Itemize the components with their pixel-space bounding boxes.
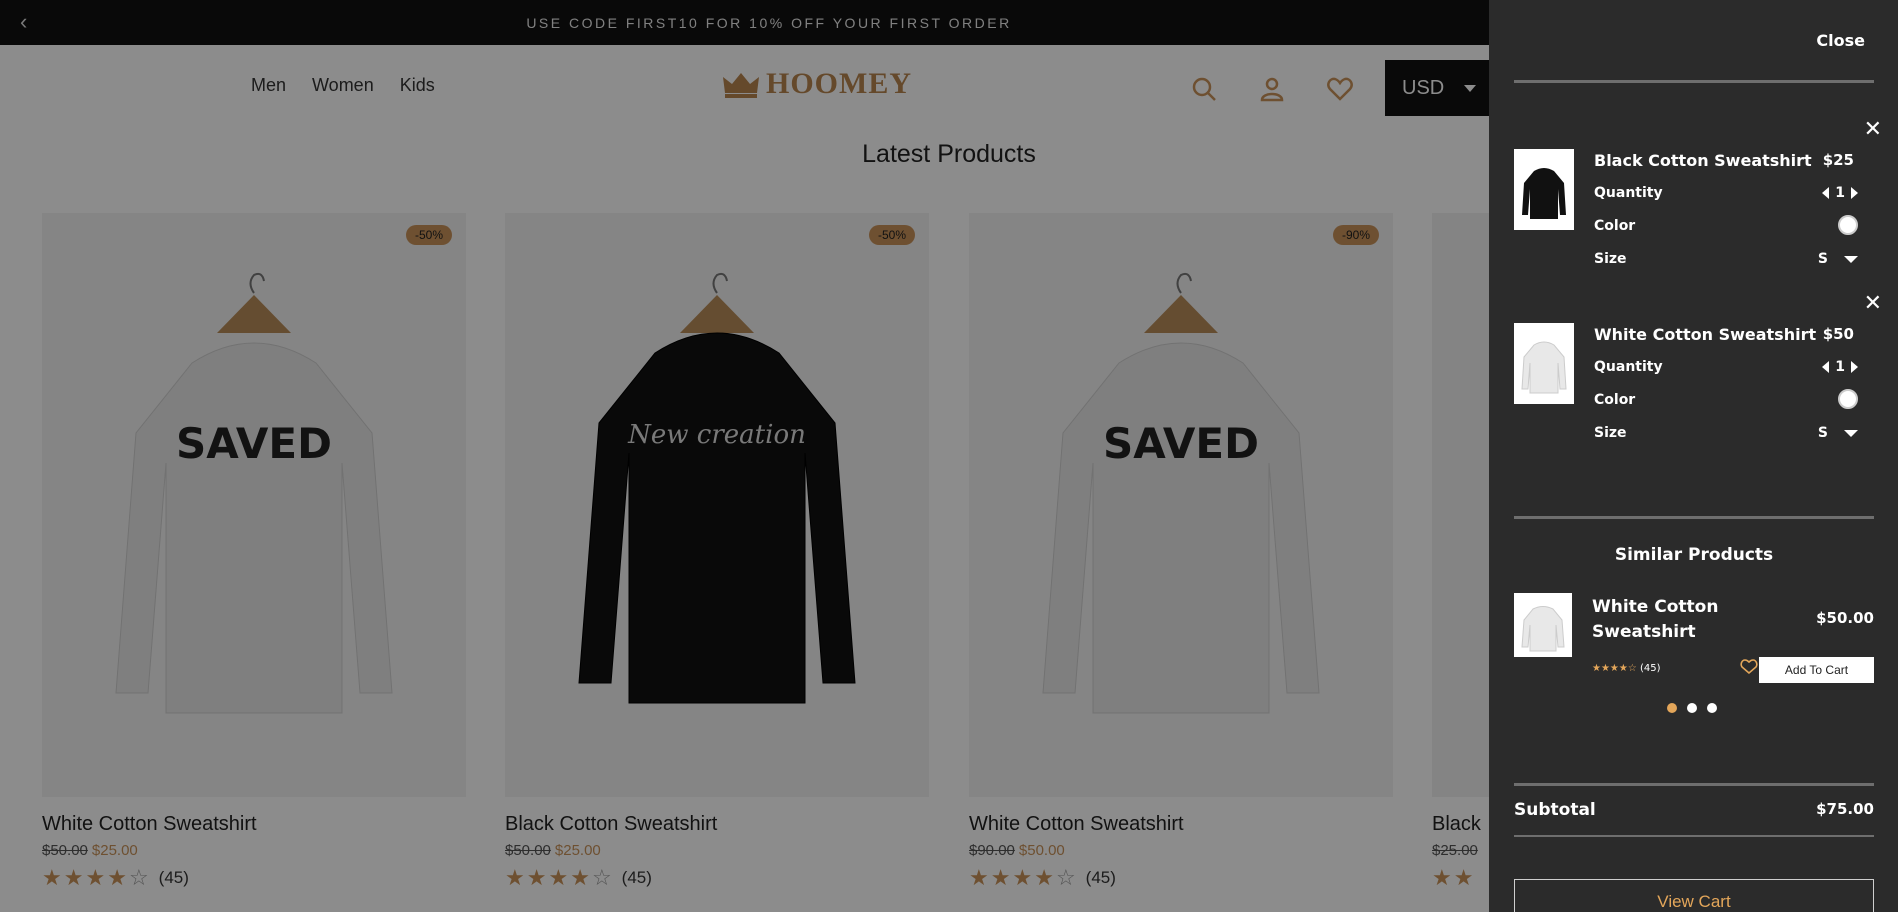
- carousel-dot[interactable]: [1707, 703, 1717, 713]
- cart-item-price: $25: [1822, 151, 1854, 169]
- chevron-down-icon: [1844, 255, 1858, 263]
- cart-item-price: $50: [1822, 325, 1854, 343]
- similar-product-rating: ★★★★☆ (45): [1592, 663, 1661, 674]
- view-cart-button[interactable]: View Cart: [1514, 879, 1874, 912]
- quantity-label: Quantity: [1594, 185, 1663, 201]
- quantity-row: Quantity 1: [1594, 185, 1858, 201]
- subtotal-value: $75.00: [1816, 800, 1874, 818]
- divider: [1514, 835, 1874, 837]
- color-label: Color: [1594, 392, 1636, 408]
- size-row: Size S: [1594, 251, 1858, 267]
- divider: [1514, 80, 1874, 83]
- carousel-dot[interactable]: [1687, 703, 1697, 713]
- quantity-value: 1: [1835, 185, 1845, 201]
- quantity-stepper[interactable]: 1: [1822, 359, 1858, 375]
- color-row: Color: [1594, 389, 1858, 409]
- add-to-cart-button[interactable]: Add To Cart: [1759, 657, 1874, 683]
- remove-item-icon[interactable]: ✕: [1864, 117, 1882, 142]
- quantity-label: Quantity: [1594, 359, 1663, 375]
- similar-product-title[interactable]: White Cotton Sweatshirt: [1592, 595, 1752, 645]
- sweatshirt-thumb-image: [1514, 323, 1574, 404]
- increment-icon[interactable]: [1851, 187, 1858, 199]
- remove-item-icon[interactable]: ✕: [1864, 291, 1882, 316]
- size-row: Size S: [1594, 425, 1858, 441]
- cart-item-title[interactable]: White Cotton Sweatshirt: [1594, 325, 1816, 344]
- cart-item-title[interactable]: Black Cotton Sweatshirt: [1594, 151, 1812, 170]
- star-icons: ★★★★☆: [1592, 663, 1637, 674]
- color-swatch[interactable]: [1838, 389, 1858, 409]
- chevron-down-icon: [1844, 429, 1858, 437]
- color-row: Color: [1594, 215, 1858, 235]
- size-select[interactable]: S: [1818, 425, 1858, 441]
- similar-product-thumbnail[interactable]: [1514, 593, 1572, 657]
- decrement-icon[interactable]: [1822, 187, 1830, 199]
- carousel-dot[interactable]: [1667, 703, 1677, 713]
- cart-item-thumbnail: [1514, 149, 1574, 230]
- divider: [1514, 783, 1874, 786]
- color-selector[interactable]: [1838, 215, 1858, 235]
- similar-products-title: Similar Products: [1614, 545, 1774, 565]
- divider: [1514, 516, 1874, 519]
- review-count: (45): [1640, 663, 1661, 674]
- heart-icon[interactable]: [1740, 659, 1758, 675]
- size-value: S: [1817, 251, 1828, 267]
- size-select[interactable]: S: [1818, 251, 1858, 267]
- decrement-icon[interactable]: [1822, 361, 1830, 373]
- color-swatch[interactable]: [1838, 215, 1858, 235]
- color-selector[interactable]: [1838, 389, 1858, 409]
- sweatshirt-thumb-image: [1514, 593, 1572, 657]
- size-value: S: [1817, 425, 1828, 441]
- cart-drawer: Close ✕ Black Cotton Sweatshirt $25 Quan…: [1489, 0, 1898, 912]
- quantity-stepper[interactable]: 1: [1822, 185, 1858, 201]
- increment-icon[interactable]: [1851, 361, 1858, 373]
- quantity-value: 1: [1835, 359, 1845, 375]
- similar-product: White Cotton Sweatshirt $50.00 ★★★★☆ (45…: [1514, 593, 1874, 683]
- cart-item-thumbnail: [1514, 323, 1574, 404]
- size-label: Size: [1594, 251, 1627, 267]
- color-label: Color: [1594, 218, 1636, 234]
- close-button[interactable]: Close: [1816, 31, 1865, 50]
- similar-product-price: $50.00: [1816, 609, 1874, 627]
- size-label: Size: [1594, 425, 1627, 441]
- carousel-dots: [1667, 703, 1717, 713]
- subtotal-label: Subtotal: [1514, 800, 1596, 820]
- sweatshirt-thumb-image: [1514, 149, 1574, 230]
- quantity-row: Quantity 1: [1594, 359, 1858, 375]
- subtotal-row: Subtotal $75.00: [1514, 800, 1874, 820]
